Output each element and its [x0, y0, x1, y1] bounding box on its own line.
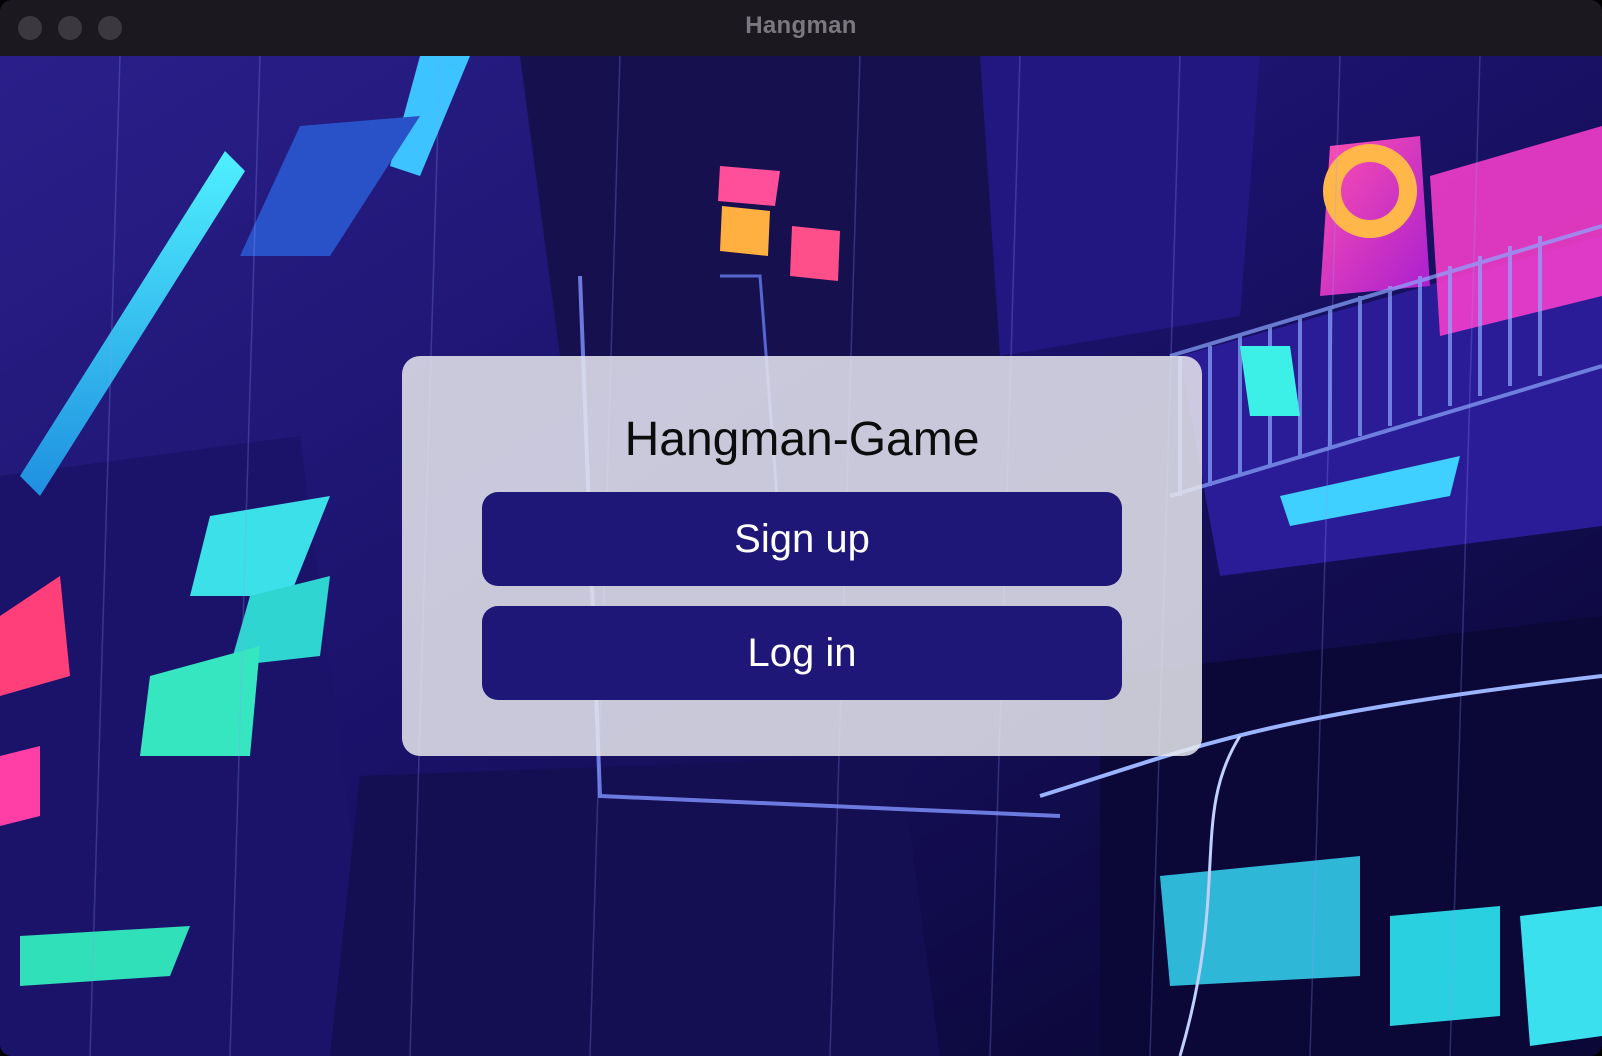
- signup-button[interactable]: Sign up: [482, 492, 1122, 586]
- title-bar: Hangman: [0, 0, 1602, 57]
- main-content: Hangman-Game Sign up Log in: [0, 56, 1602, 1056]
- page-title: Hangman-Game: [624, 413, 980, 466]
- app-window: Hangman Hangman-Game Sign up Log in: [0, 0, 1602, 1056]
- window-title: Hangman: [745, 12, 857, 39]
- menu-card: Hangman-Game Sign up Log in: [402, 356, 1202, 756]
- login-button[interactable]: Log in: [482, 606, 1122, 700]
